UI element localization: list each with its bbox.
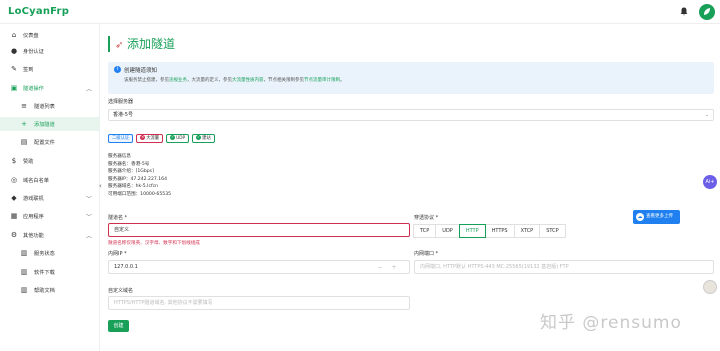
page-title: ➶ 添加隧道 bbox=[108, 36, 175, 52]
protocol-selector: TCP UDP HTTP HTTPS XTCP STCP bbox=[413, 224, 566, 238]
user-avatar-fab[interactable] bbox=[703, 280, 717, 294]
server-info-ports: 可用端口范围：10000-65535 bbox=[108, 191, 172, 197]
protocol-option-http[interactable]: HTTP bbox=[458, 224, 486, 238]
server-info: 服务器信息 服务器名：香港-5号 服务器介绍：[1Gbps] 服务器IP：47.… bbox=[108, 153, 171, 199]
notice-link-violations[interactable]: 违规业务 bbox=[169, 78, 187, 83]
server-info-domain: 服务器域名：hk-5.lcfcn bbox=[108, 184, 159, 190]
local-ip-label: 内网IP * bbox=[108, 251, 127, 257]
top-bar: LoCyanFrp bbox=[0, 0, 720, 24]
sidebar-item-dashboard[interactable]: ⌂ 仪表盘 bbox=[0, 28, 100, 42]
notice-link-bandwidth[interactable]: 大流量性质内容 bbox=[232, 78, 264, 83]
server-info-heading: 服务器信息 bbox=[108, 154, 131, 159]
protocol-label: 穿透协议 * bbox=[414, 215, 439, 221]
assistant-fab[interactable]: Ai+ bbox=[703, 175, 717, 189]
gamepad-icon: ◆ bbox=[11, 194, 17, 202]
avatar-leaf-icon bbox=[704, 8, 710, 15]
tag-website: ✓ 建站 bbox=[192, 134, 215, 143]
protocol-option-https[interactable]: HTTPS bbox=[484, 224, 515, 238]
local-port-input[interactable]: 内网端口, HTTP默认 HTTPS:443 MC:25565(19132 基岩… bbox=[414, 260, 714, 274]
watermark: 知乎 @rensumo bbox=[540, 313, 682, 333]
plus-icon: + bbox=[21, 120, 27, 128]
book-icon: ▥ bbox=[20, 286, 28, 294]
sidebar-item-signin[interactable]: ✎ 签到 bbox=[0, 62, 100, 76]
sidebar-item-apps[interactable]: ▦ 应用程序 ﹀ bbox=[0, 209, 100, 223]
sidebar-item-config[interactable]: ▤ 配置文件 bbox=[0, 135, 100, 149]
check-circle-icon: ✓ bbox=[170, 135, 176, 140]
server-info-desc: 服务器介绍：[1Gbps] bbox=[108, 169, 154, 175]
sidebar-item-sponsor[interactable]: $ 赞助 bbox=[0, 154, 100, 168]
sidebar-item-game[interactable]: ◆ 游戏联机 ﹀ bbox=[0, 191, 100, 205]
chevron-down-icon: ⌄ bbox=[704, 112, 709, 118]
protocol-option-tcp[interactable]: TCP bbox=[413, 224, 437, 238]
server-tags: 二级认证 ✕ 大流量 ✓ UDP ✓ 建站 bbox=[108, 134, 218, 144]
status-icon: ▥ bbox=[20, 249, 28, 257]
sidebar-item-service-status[interactable]: ▥ 服务状态 bbox=[0, 246, 100, 260]
local-ip-input[interactable]: 127.0.0.1 − + bbox=[108, 260, 410, 274]
custom-domain-input[interactable]: HTTPS/HTTP隧道域名, 其他协议不需要填写 bbox=[108, 296, 410, 310]
chevron-down-icon: ﹀ bbox=[86, 214, 93, 221]
minus-icon[interactable]: − bbox=[375, 262, 385, 273]
protocol-option-stcp[interactable]: STCP bbox=[539, 224, 566, 238]
plus-icon[interactable]: + bbox=[389, 262, 399, 273]
tag-high-traffic: ✕ 大流量 bbox=[136, 134, 164, 143]
home-icon: ⌂ bbox=[11, 31, 17, 39]
server-info-name: 服务器名：香港-5号 bbox=[108, 161, 150, 167]
sidebar-item-other[interactable]: ⚙ 其他功能 ︿ bbox=[0, 228, 100, 242]
create-button[interactable]: 创建 bbox=[108, 320, 129, 332]
tunnel-icon: ▣ bbox=[10, 84, 18, 92]
chevron-up-icon: ︿ bbox=[86, 233, 93, 240]
sidebar-item-downloads[interactable]: ▥ 软件下载 bbox=[0, 265, 100, 279]
avatar[interactable] bbox=[699, 4, 715, 20]
notice-title: 创建隧道须知 bbox=[124, 68, 158, 74]
custom-domain-label: 自定义域名 bbox=[108, 288, 134, 294]
download-icon: ▥ bbox=[20, 268, 28, 276]
server-select-label: 选择服务器 bbox=[108, 99, 134, 105]
bell-icon[interactable] bbox=[680, 7, 688, 16]
chevron-up-icon: ︿ bbox=[86, 86, 93, 93]
notice-link-node-limits[interactable]: 节点流量审计限制 bbox=[304, 78, 340, 83]
sidebar-item-tunnel-list[interactable]: ≡ 隧道列表 bbox=[0, 99, 100, 113]
gear-icon: ⚙ bbox=[10, 231, 18, 239]
tunnel-name-label: 隧道名 * bbox=[108, 215, 128, 221]
main-content: ➶ 添加隧道 i 创建隧道须知 该服务禁止搭建，参见违规业务，大流量的定义，参见大… bbox=[100, 24, 720, 351]
rocket-icon: ➶ bbox=[115, 40, 124, 51]
tunnel-name-input[interactable]: 自定义 bbox=[108, 223, 410, 237]
notice-text: 该服务禁止搭建，参见违规业务，大流量的定义，参见大流量性质内容，节点相关限制参见… bbox=[124, 78, 345, 83]
notice-box: i 创建隧道须知 该服务禁止搭建，参见违规业务，大流量的定义，参见大流量性质内容… bbox=[108, 62, 714, 94]
info-icon: i bbox=[114, 66, 121, 73]
sidebar-item-tunnel-ops[interactable]: ▣ 隧道操作 ︿ bbox=[0, 81, 100, 95]
local-port-label: 内网端口 * bbox=[414, 251, 439, 257]
server-info-ip: 服务器IP：47.242.227.164 bbox=[108, 176, 168, 182]
file-icon: ▤ bbox=[20, 138, 28, 146]
tag-verification: 二级认证 bbox=[108, 134, 134, 143]
upload-button[interactable]: ☁ 查看更多上传 bbox=[633, 210, 680, 224]
sidebar-item-add-tunnel[interactable]: + 添加隧道 bbox=[0, 117, 100, 131]
chevron-down-icon: ﹀ bbox=[86, 196, 93, 203]
user-icon: ● bbox=[10, 47, 18, 55]
tunnel-name-error: 隧道名称仅限英、汉字母、数字和下划线组成 bbox=[108, 241, 200, 246]
check-circle-icon: ✓ bbox=[196, 135, 202, 140]
apps-icon: ▦ bbox=[10, 212, 18, 220]
sidebar: ⌂ 仪表盘 ● 身份认证 ✎ 签到 ▣ 隧道操作 ︿ ≡ 隧道列表 + 添加隧道… bbox=[0, 24, 100, 351]
dollar-icon: $ bbox=[11, 157, 17, 165]
pen-icon: ✎ bbox=[11, 65, 17, 73]
sidebar-item-domain-whitelist[interactable]: ◎ 域名白名单 bbox=[0, 173, 100, 187]
sidebar-item-help-docs[interactable]: ▥ 帮助文档 bbox=[0, 283, 100, 297]
globe-icon: ◎ bbox=[10, 176, 18, 184]
x-circle-icon: ✕ bbox=[140, 135, 146, 140]
list-icon: ≡ bbox=[21, 102, 27, 110]
app-logo[interactable]: LoCyanFrp bbox=[8, 6, 69, 17]
cloud-icon: ☁ bbox=[636, 213, 644, 221]
sidebar-item-identity[interactable]: ● 身份认证 bbox=[0, 44, 100, 58]
protocol-option-udp[interactable]: UDP bbox=[435, 224, 460, 238]
protocol-option-xtcp[interactable]: XTCP bbox=[513, 224, 541, 238]
tag-udp: ✓ UDP bbox=[166, 134, 190, 143]
server-select[interactable]: 香港-5号 ⌄ bbox=[108, 109, 714, 121]
